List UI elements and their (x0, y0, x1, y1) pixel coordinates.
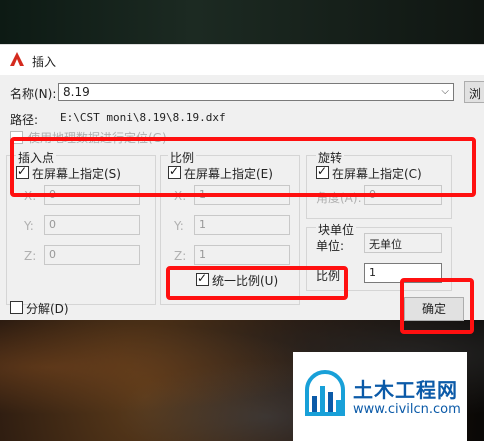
insertion-y-label: Y: (24, 219, 34, 233)
name-value: 8.19 (63, 85, 90, 99)
watermark: 土木工程网 www.civilcn.com (293, 352, 467, 441)
name-combobox[interactable]: 8.19 ⌵ (58, 83, 454, 101)
scale-y-label: Y: (174, 219, 184, 233)
insertion-z-field[interactable]: 0 (44, 245, 140, 265)
title-bar: 插入 (0, 45, 484, 75)
highlight-box-uniform-scale (166, 266, 348, 300)
highlight-box-specify-row (10, 137, 476, 197)
explode-label: 分解(D) (26, 302, 69, 316)
scale-z-label: Z: (174, 249, 187, 263)
path-value: E:\CST moni\8.19\8.19.dxf (60, 111, 226, 124)
name-label: 名称(N): (10, 87, 57, 101)
insertion-z-label: Z: (24, 249, 37, 263)
watermark-title: 土木工程网 (353, 378, 458, 402)
background-top (0, 0, 484, 44)
insertion-y-field[interactable]: 0 (44, 215, 140, 235)
scale-z-field[interactable]: 1 (194, 245, 290, 265)
block-unit-title: 块单位 (316, 221, 357, 238)
dialog-title: 插入 (32, 55, 57, 69)
autocad-app-icon (10, 52, 24, 66)
browse-button[interactable]: 浏览 (464, 81, 484, 103)
unit-label: 单位: (316, 239, 345, 253)
unit-field: 无单位 (364, 233, 442, 253)
civilcn-logo-icon (305, 370, 345, 416)
highlight-box-ok-button (400, 278, 474, 334)
explode-checkbox[interactable] (10, 301, 23, 314)
scale-y-field[interactable]: 1 (194, 215, 290, 235)
path-label: 路径: (10, 113, 39, 127)
watermark-url: www.civilcn.com (353, 402, 461, 417)
chevron-down-icon[interactable]: ⌵ (441, 86, 449, 97)
